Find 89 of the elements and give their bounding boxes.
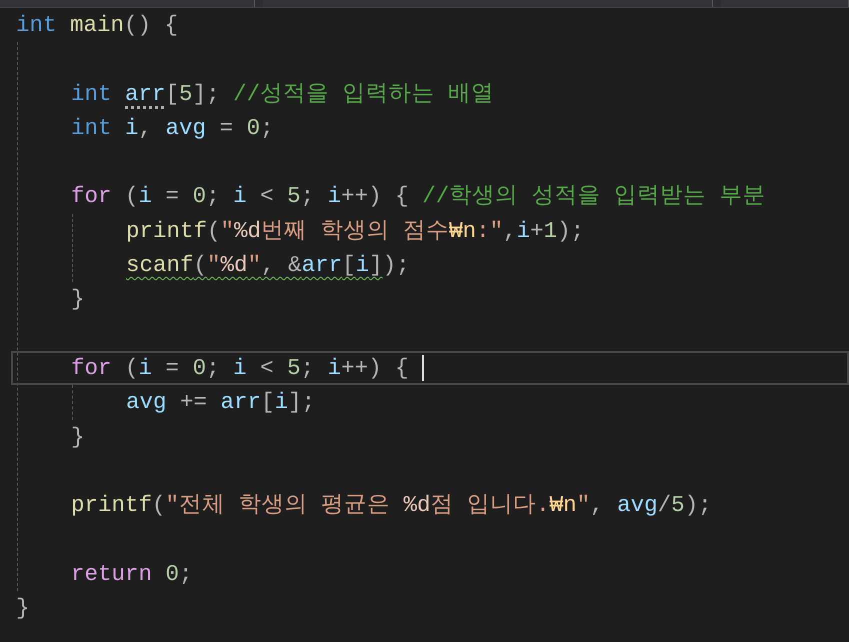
code-token: int bbox=[16, 12, 58, 38]
code-token: %d bbox=[234, 218, 262, 244]
code-token: ; bbox=[179, 560, 193, 587]
code-token: ] bbox=[369, 252, 383, 278]
code-token: [ bbox=[166, 80, 180, 107]
code-token: avg bbox=[126, 389, 167, 416]
code-token: ); bbox=[382, 252, 410, 278]
code-token: "전체 학생의 평균은 bbox=[166, 492, 392, 518]
code-token: 점 입니다. bbox=[430, 492, 550, 518]
code-token: ); bbox=[557, 218, 584, 244]
code-token: %d bbox=[404, 492, 431, 518]
code-token: ]; bbox=[192, 80, 221, 107]
code-token: i bbox=[233, 354, 247, 381]
code-token: arr bbox=[125, 80, 166, 107]
code-token: , & bbox=[261, 252, 302, 278]
code-token: 5 bbox=[287, 354, 301, 381]
code-token: arr bbox=[220, 389, 262, 416]
code-token: < bbox=[259, 183, 275, 210]
code-token: , bbox=[590, 492, 605, 518]
code-token: + bbox=[530, 218, 544, 244]
text-cursor bbox=[422, 355, 424, 382]
code-token: += bbox=[179, 389, 208, 416]
code-token: main bbox=[70, 12, 124, 38]
code-token: int bbox=[71, 80, 113, 107]
code-token: / bbox=[658, 492, 672, 518]
code-token: 0 bbox=[246, 114, 260, 141]
code-token: i bbox=[328, 354, 342, 381]
code-token: , bbox=[138, 114, 154, 141]
code-token: ₩n bbox=[550, 492, 577, 518]
code-token: 0 bbox=[166, 560, 180, 587]
code-token: ); bbox=[684, 492, 712, 518]
code-token: i bbox=[274, 389, 288, 416]
code-token: ; bbox=[260, 114, 274, 141]
code-token: () { bbox=[124, 12, 178, 38]
code-token: int bbox=[71, 114, 113, 141]
code-token: :" bbox=[476, 218, 504, 244]
code-token: 5 bbox=[179, 80, 193, 107]
code-token: //성적을 입력하는 배열 bbox=[233, 80, 494, 107]
code-token: i bbox=[328, 183, 342, 210]
code-token: 5 bbox=[671, 492, 685, 518]
code-token: arr bbox=[302, 252, 342, 278]
code-token: scanf bbox=[126, 252, 194, 278]
code-token: < bbox=[259, 354, 275, 381]
code-token: avg bbox=[166, 114, 206, 141]
code-token: } bbox=[16, 595, 30, 622]
code-token: ; bbox=[206, 183, 221, 210]
code-token: ; bbox=[300, 354, 316, 381]
code-token: %d bbox=[220, 252, 248, 278]
code-token: 번째 학생의 점수 bbox=[261, 218, 450, 244]
code-token: = bbox=[164, 354, 180, 381]
code-token: [ bbox=[342, 252, 356, 278]
code-token: i bbox=[138, 354, 152, 381]
code-token: 0 bbox=[192, 183, 206, 210]
code-token: ( bbox=[124, 354, 139, 381]
code-token: ( bbox=[124, 183, 139, 210]
code-token: return bbox=[71, 560, 154, 587]
code-token: i bbox=[356, 252, 370, 278]
code-token: " bbox=[220, 218, 234, 244]
code-token: //학생의 성적을 입력받는 부분 bbox=[422, 183, 766, 210]
code-token: , bbox=[503, 218, 517, 244]
code-token: ; bbox=[206, 354, 221, 381]
code-token: i bbox=[516, 218, 530, 244]
code-token: ( bbox=[207, 218, 221, 244]
code-token: = bbox=[164, 183, 180, 210]
code-token: 0 bbox=[192, 354, 206, 381]
code-token: for bbox=[71, 183, 112, 210]
code-token: } bbox=[71, 424, 85, 450]
code-token: printf bbox=[71, 492, 152, 518]
code-token: 5 bbox=[287, 183, 301, 210]
code-token: i bbox=[138, 183, 152, 210]
code-token: [ bbox=[261, 389, 275, 416]
code-token: for bbox=[71, 354, 112, 381]
code-token: " bbox=[248, 252, 262, 278]
code-token: i bbox=[125, 114, 139, 141]
code-token: ₩n bbox=[449, 218, 476, 244]
code-token: ( bbox=[152, 492, 166, 518]
code-token: = bbox=[218, 114, 234, 141]
code-token: " bbox=[576, 492, 590, 518]
code-token: ++) { bbox=[341, 354, 409, 381]
code-token: avg bbox=[617, 492, 658, 518]
code-token: } bbox=[71, 286, 85, 312]
code-token: ]; bbox=[288, 389, 316, 416]
code-token: ; bbox=[300, 183, 316, 210]
code-token: i bbox=[233, 183, 247, 210]
code-token: ( bbox=[194, 252, 208, 278]
code-token: " bbox=[207, 252, 221, 278]
code-token: 1 bbox=[544, 218, 558, 244]
code-token: ++) { bbox=[341, 183, 410, 210]
code-token: printf bbox=[126, 218, 208, 244]
